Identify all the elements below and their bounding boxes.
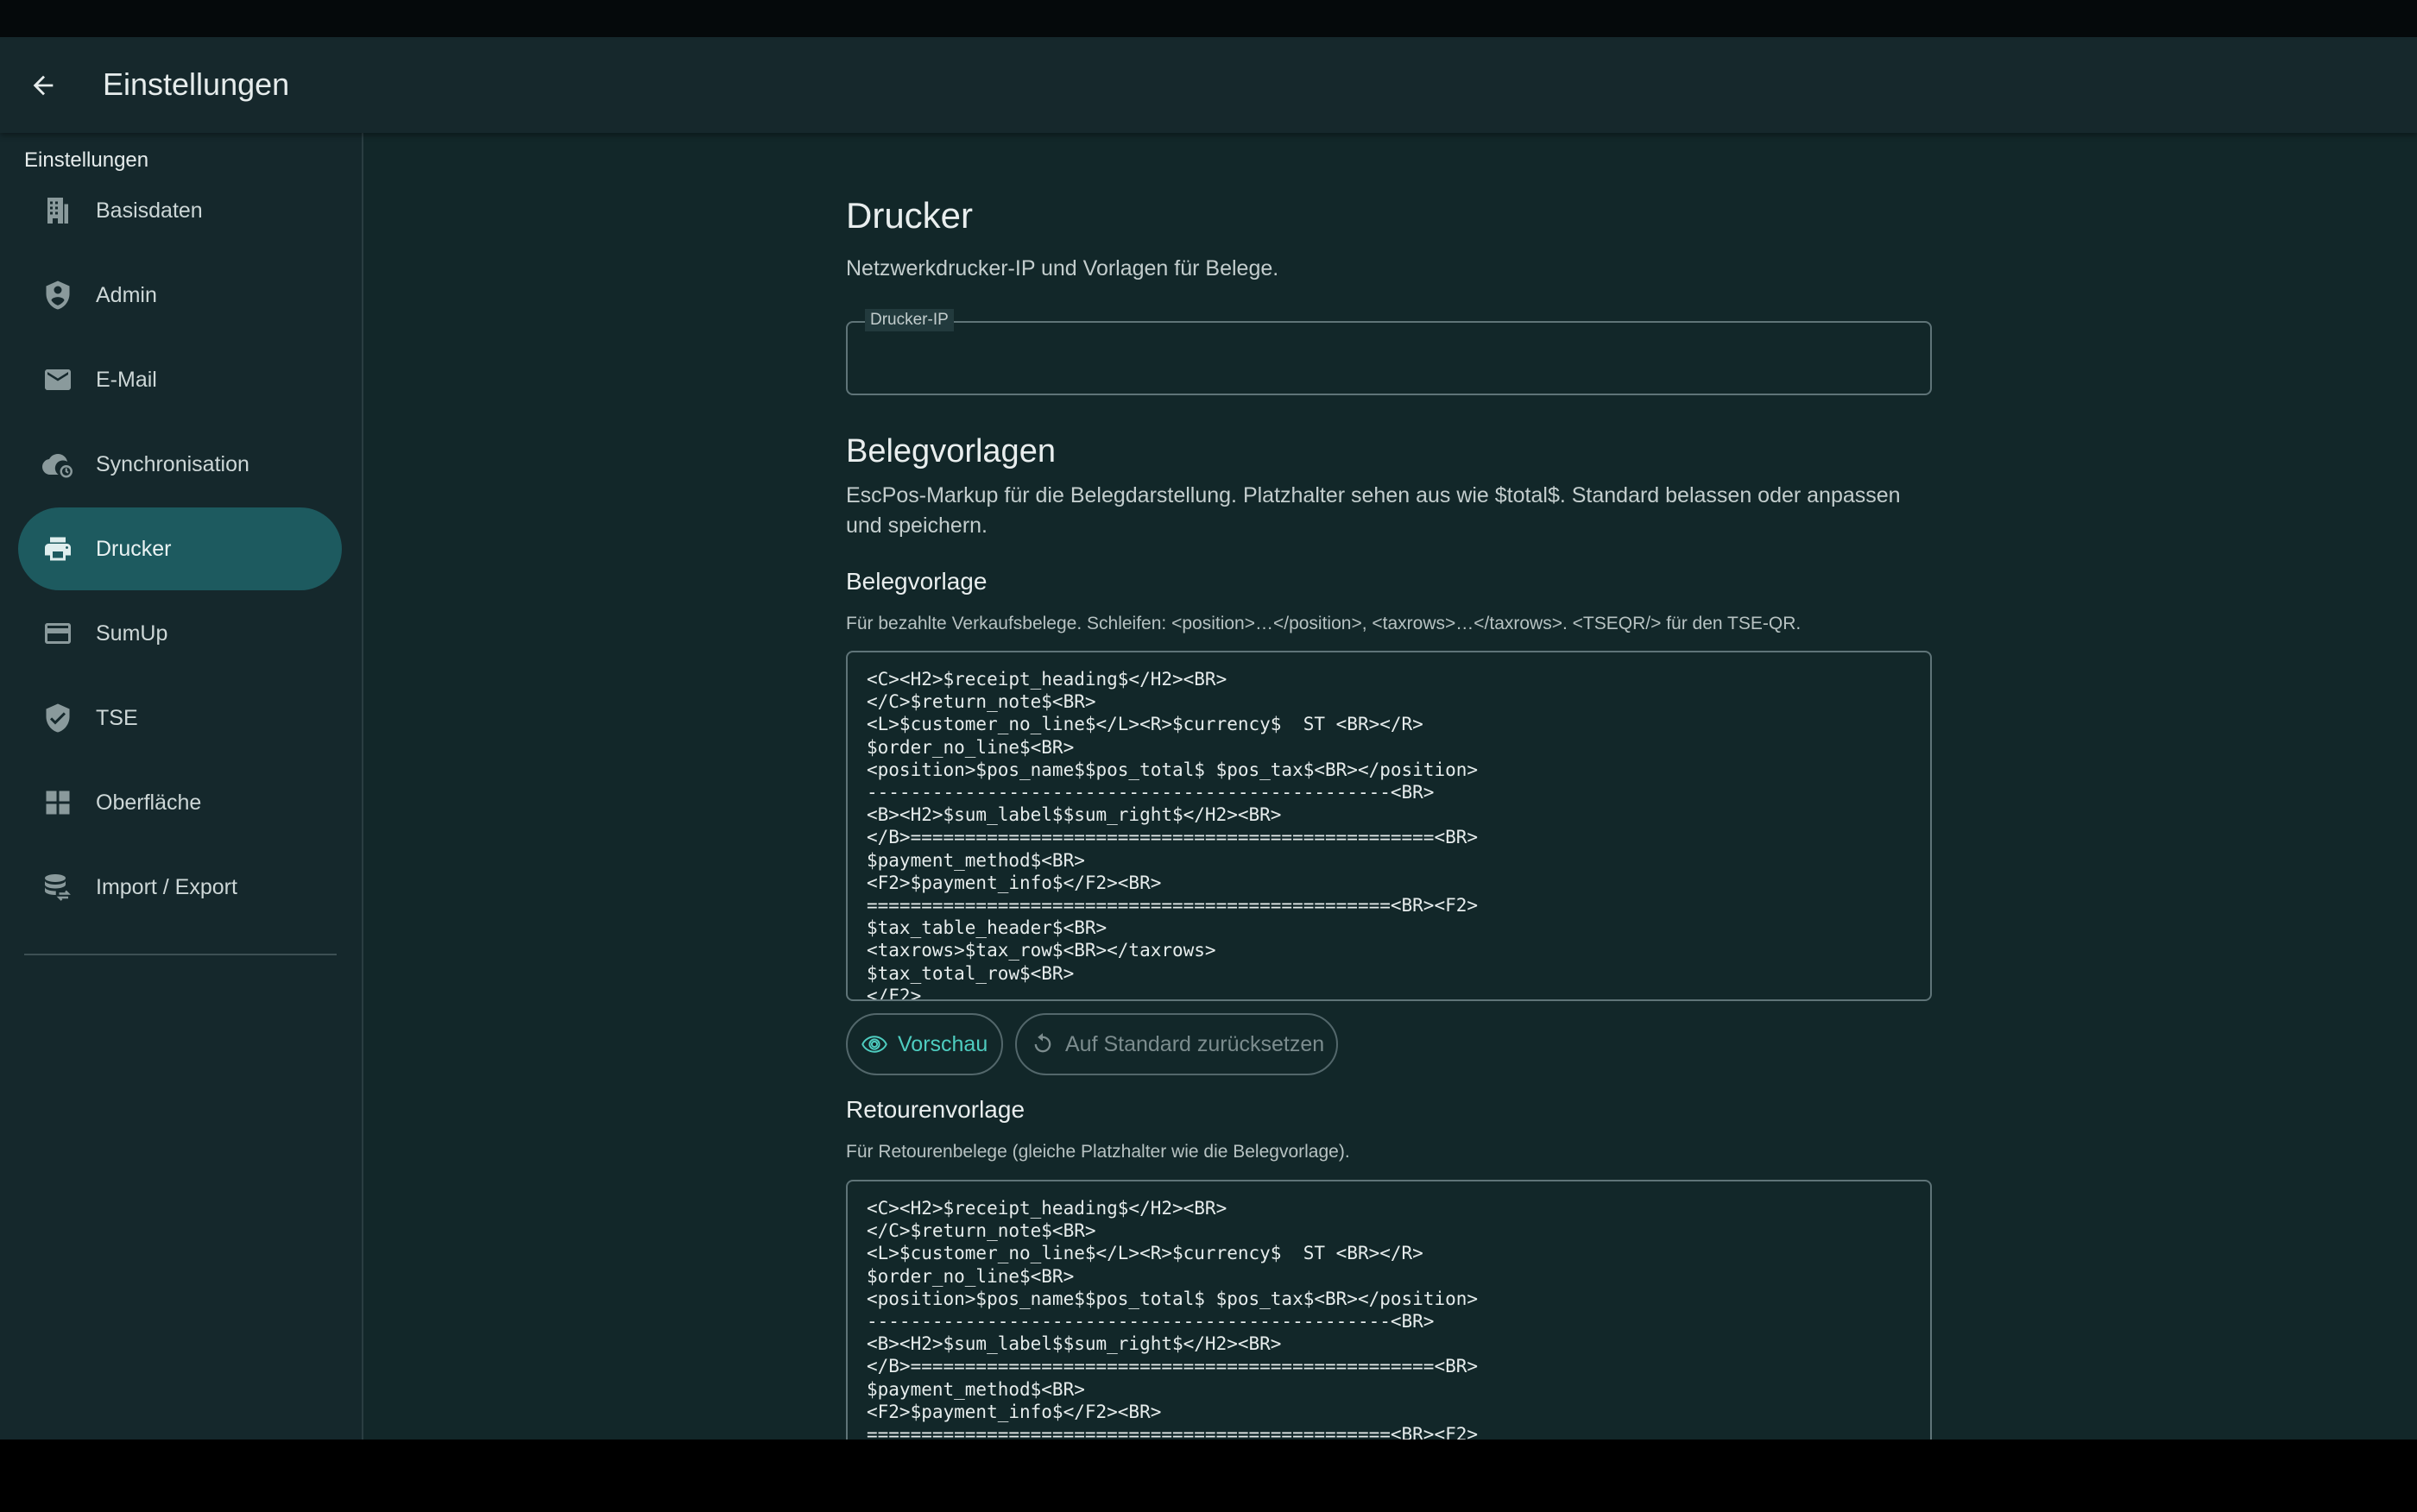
settings-sidebar: Einstellungen Basisdaten Admin E-Mail Sy… — [0, 133, 363, 1440]
admin-shield-icon — [46, 280, 70, 310]
sidebar-item-synchronisation[interactable]: Synchronisation — [18, 423, 342, 506]
sidebar-item-label: TSE — [96, 706, 138, 730]
printer-icon — [45, 537, 71, 561]
receipt-template-code: <C><H2>$receipt_heading$</H2><BR> </C>$r… — [867, 669, 1479, 1001]
sidebar-item-oberflaeche[interactable]: Oberfläche — [18, 761, 342, 844]
sidebar-item-basisdaten[interactable]: Basisdaten — [18, 169, 342, 252]
sidebar-item-label: Synchronisation — [96, 452, 249, 476]
database-sync-icon — [45, 874, 71, 901]
system-status-bar — [0, 0, 2417, 37]
system-navigation-bar — [0, 1440, 2417, 1512]
sidebar-item-label: SumUp — [96, 621, 168, 646]
app-title: Einstellungen — [103, 66, 290, 102]
cloud-sync-icon — [42, 454, 73, 478]
receipt-template-heading: Belegvorlage — [846, 568, 988, 595]
sidebar-item-label: Oberfläche — [96, 791, 202, 815]
grid-icon — [46, 791, 70, 815]
templates-heading: Belegvorlagen — [846, 433, 1056, 469]
printer-ip-field[interactable]: Drucker-IP — [846, 309, 1932, 395]
receipt-template-editor[interactable]: <C><H2>$receipt_heading$</H2><BR> </C>$r… — [846, 651, 1932, 1001]
app-bar: Einstellungen — [0, 37, 2417, 133]
back-button[interactable] — [19, 61, 67, 110]
reset-default-label: Auf Standard zurücksetzen — [1065, 1031, 1325, 1056]
receipt-template-hint: Für bezahlte Verkaufsbelege. Schleifen: … — [846, 614, 1802, 633]
sidebar-item-drucker[interactable]: Drucker — [18, 507, 342, 590]
return-template-hint: Für Retourenbelege (gleiche Platzhalter … — [846, 1142, 1350, 1162]
preview-button-label: Vorschau — [898, 1031, 988, 1056]
return-template-code: <C><H2>$receipt_heading$</H2><BR> </C>$r… — [867, 1198, 1479, 1440]
sidebar-item-import-export[interactable]: Import / Export — [18, 846, 342, 929]
page-subtitle: Netzwerkdrucker-IP und Vorlagen für Bele… — [846, 256, 1279, 280]
eye-icon — [861, 1036, 887, 1053]
page-title: Drucker — [846, 195, 974, 236]
printer-ip-input[interactable] — [865, 340, 1913, 380]
reset-icon — [1034, 1033, 1051, 1053]
return-template-heading: Retourenvorlage — [846, 1096, 1025, 1123]
sidebar-divider — [24, 954, 337, 955]
sidebar-item-sumup[interactable]: SumUp — [18, 592, 342, 675]
sidebar-item-tse[interactable]: TSE — [18, 677, 342, 759]
sidebar-item-admin[interactable]: Admin — [18, 254, 342, 337]
shield-check-icon — [46, 703, 70, 733]
sidebar-item-label: Admin — [96, 283, 157, 307]
templates-description: EscPos-Markup für die Belegdarstellung. … — [846, 483, 1901, 538]
reset-default-button[interactable]: Auf Standard zurücksetzen — [1015, 1013, 1338, 1075]
sidebar-item-label: Import / Export — [96, 875, 237, 899]
preview-button[interactable]: Vorschau — [846, 1013, 1003, 1075]
mail-icon — [45, 369, 71, 390]
sidebar-item-label: Drucker — [96, 537, 172, 561]
card-icon — [45, 623, 71, 644]
return-template-editor[interactable]: <C><H2>$receipt_heading$</H2><BR> </C>$r… — [846, 1180, 1932, 1440]
printer-ip-label: Drucker-IP — [865, 309, 954, 331]
building-icon — [47, 198, 68, 224]
sidebar-item-label: Basisdaten — [96, 198, 203, 223]
sidebar-item-email[interactable]: E-Mail — [18, 338, 342, 421]
arrow-back-icon — [33, 75, 54, 96]
sidebar-item-label: E-Mail — [96, 368, 157, 392]
settings-app: Einstellungen Einstellungen Basisdaten A… — [0, 37, 2417, 1440]
